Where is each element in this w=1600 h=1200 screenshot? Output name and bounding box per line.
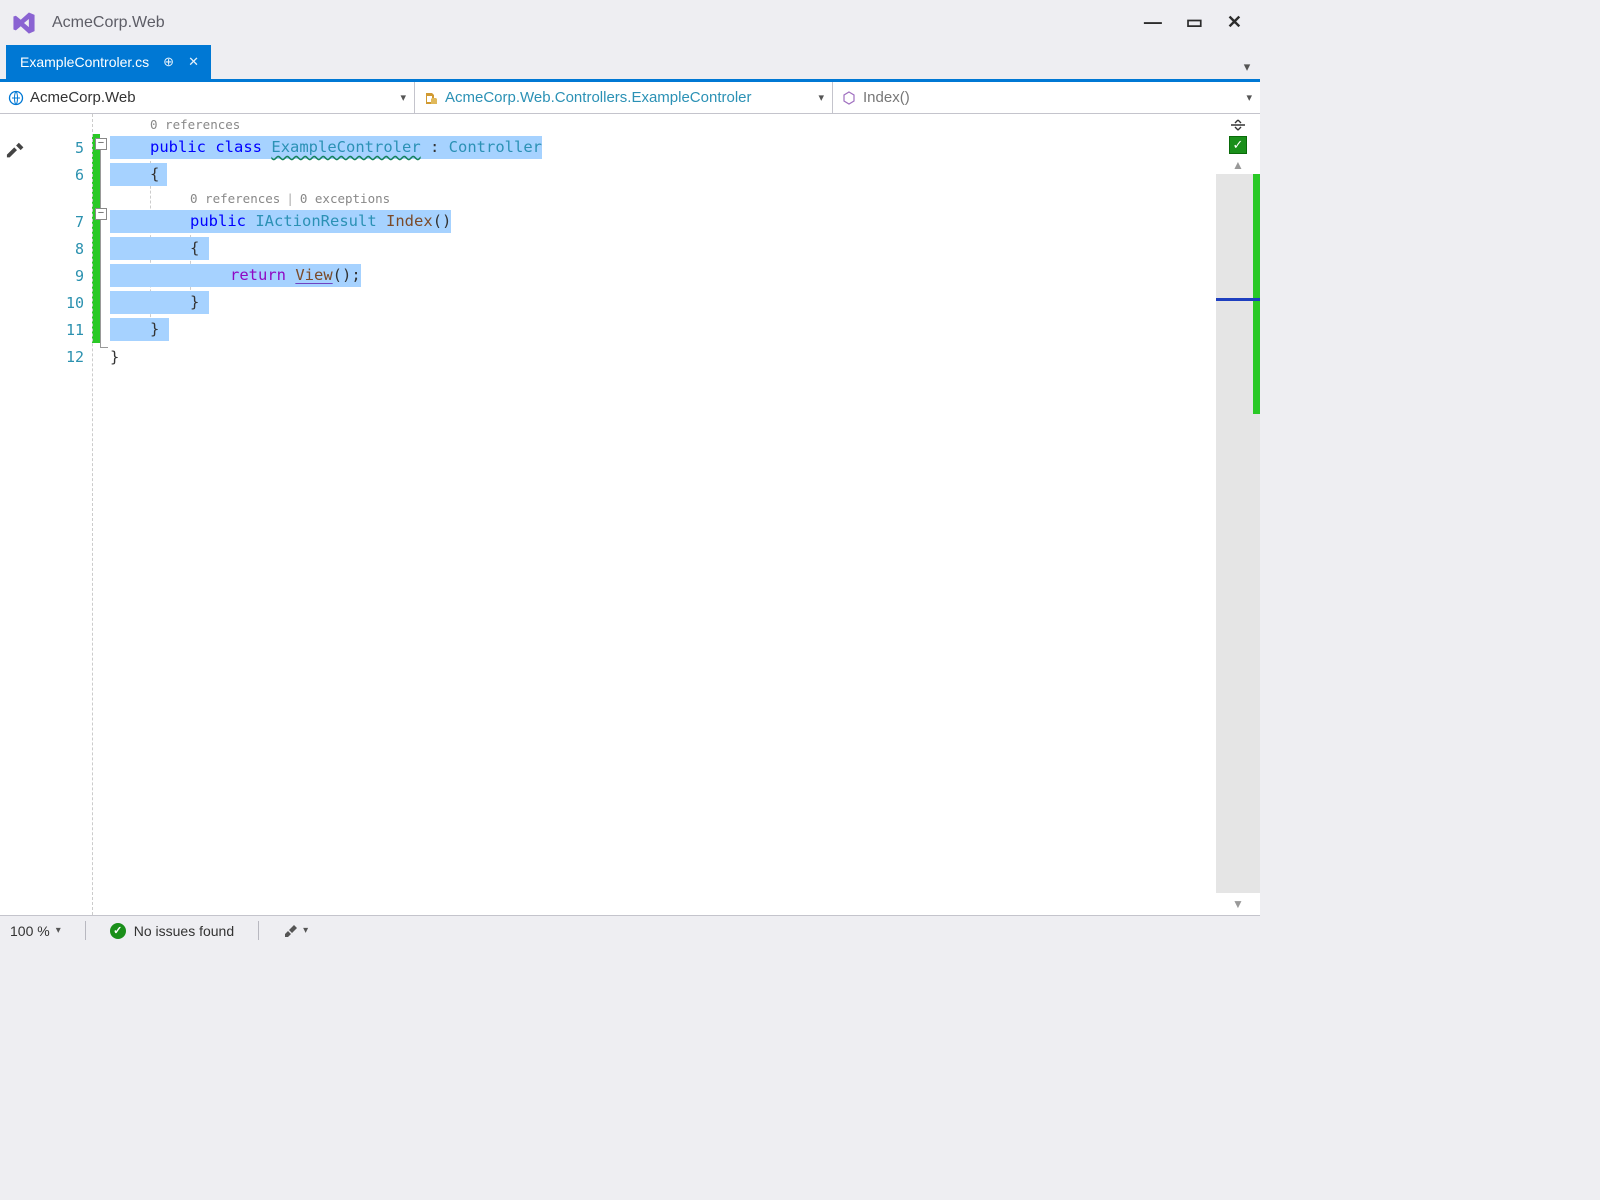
code-line[interactable]: }: [110, 343, 1216, 370]
codelens-references[interactable]: 0 references|0 exceptions: [110, 188, 1216, 208]
line-number[interactable]: 12: [36, 343, 92, 370]
title-bar: AcmeCorp.Web — ▭ ✕: [0, 0, 1260, 45]
line-number[interactable]: 10: [36, 289, 92, 316]
line-number[interactable]: 7: [36, 208, 92, 235]
project-dropdown-label: AcmeCorp.Web: [30, 89, 136, 106]
type-dropdown-label: AcmeCorp.Web.Controllers.ExampleControle…: [445, 89, 752, 106]
code-line[interactable]: public class ExampleControler : Controll…: [110, 134, 1216, 161]
chevron-down-icon: ▾: [818, 91, 824, 104]
annotation-track[interactable]: [1216, 174, 1260, 893]
chevron-down-icon: ▾: [400, 91, 406, 104]
visual-studio-icon: [10, 9, 38, 37]
line-number[interactable]: 11: [36, 316, 92, 343]
fold-toggle-icon[interactable]: −: [95, 138, 107, 150]
code-line[interactable]: return View();: [110, 262, 1216, 289]
issues-indicator[interactable]: ✓ No issues found: [110, 923, 234, 939]
navigation-bar: AcmeCorp.Web ▾ AcmeCorp.Web.Controllers.…: [0, 82, 1260, 114]
code-line[interactable]: }: [110, 289, 1216, 316]
project-dropdown[interactable]: AcmeCorp.Web ▾: [0, 82, 415, 113]
member-dropdown-label: Index(): [863, 89, 910, 106]
line-number[interactable]: 8: [36, 235, 92, 262]
outlining-margin: − −: [92, 114, 110, 915]
code-area[interactable]: 0 references public class ExampleControl…: [110, 114, 1216, 915]
codelens-references[interactable]: 0 references: [110, 114, 1216, 134]
member-dropdown[interactable]: Index() ▾: [833, 82, 1260, 113]
tab-overflow-icon[interactable]: ▾: [1234, 45, 1260, 79]
caret-annotation: [1216, 298, 1260, 301]
brush-icon: [283, 923, 299, 939]
line-number[interactable]: 6: [36, 161, 92, 188]
close-tab-icon[interactable]: ✕: [188, 54, 199, 70]
code-line[interactable]: {: [110, 235, 1216, 262]
scroll-down-icon[interactable]: ▼: [1232, 897, 1244, 911]
zoom-control[interactable]: 100 % ▾: [10, 923, 61, 939]
type-dropdown[interactable]: AcmeCorp.Web.Controllers.ExampleControle…: [415, 82, 833, 113]
tab-filename: ExampleControler.cs: [20, 54, 149, 70]
line-number[interactable]: 9: [36, 262, 92, 289]
line-number[interactable]: 5: [36, 134, 92, 161]
pin-icon[interactable]: ⊕: [163, 54, 174, 70]
chevron-down-icon: ▾: [1246, 91, 1252, 104]
zoom-level: 100 %: [10, 923, 50, 939]
ok-check-icon: ✓: [110, 923, 126, 939]
close-button[interactable]: ✕: [1227, 12, 1242, 33]
document-tab-active[interactable]: ExampleControler.cs ⊕ ✕: [6, 45, 211, 79]
issues-text: No issues found: [134, 923, 234, 939]
chevron-down-icon: ▾: [303, 925, 308, 936]
code-line[interactable]: public IActionResult Index(): [110, 208, 1216, 235]
error-health-icon[interactable]: ✓: [1229, 136, 1247, 154]
chevron-down-icon: ▾: [56, 925, 61, 936]
code-line[interactable]: }: [110, 316, 1216, 343]
fold-toggle-icon[interactable]: −: [95, 208, 107, 220]
csharp-project-icon: [8, 90, 24, 106]
line-number-gutter: 5 6 7 8 9 10 11 12: [36, 114, 92, 915]
build-hammer-icon[interactable]: [6, 140, 30, 164]
document-tabs: ExampleControler.cs ⊕ ✕ ▾: [0, 45, 1260, 79]
code-line[interactable]: {: [110, 161, 1216, 188]
glyph-margin: [0, 114, 36, 915]
window-title: AcmeCorp.Web: [52, 14, 165, 32]
change-annotation: [1253, 174, 1260, 414]
code-cleanup-button[interactable]: ▾: [283, 923, 308, 939]
code-editor[interactable]: 5 6 7 8 9 10 11 12 − − 0 references publ…: [0, 114, 1260, 915]
maximize-button[interactable]: ▭: [1186, 12, 1203, 33]
scroll-up-icon[interactable]: ▲: [1232, 158, 1244, 172]
split-handle-icon[interactable]: [1227, 116, 1249, 134]
window-controls: — ▭ ✕: [1144, 12, 1250, 33]
divider: [258, 921, 259, 940]
method-icon: [841, 90, 857, 106]
minimize-button[interactable]: —: [1144, 12, 1162, 33]
editor-statusbar: 100 % ▾ ✓ No issues found ▾: [0, 915, 1260, 945]
class-icon: [423, 90, 439, 106]
divider: [85, 921, 86, 940]
vertical-scrollbar[interactable]: ✓ ▲ ▼: [1216, 114, 1260, 915]
